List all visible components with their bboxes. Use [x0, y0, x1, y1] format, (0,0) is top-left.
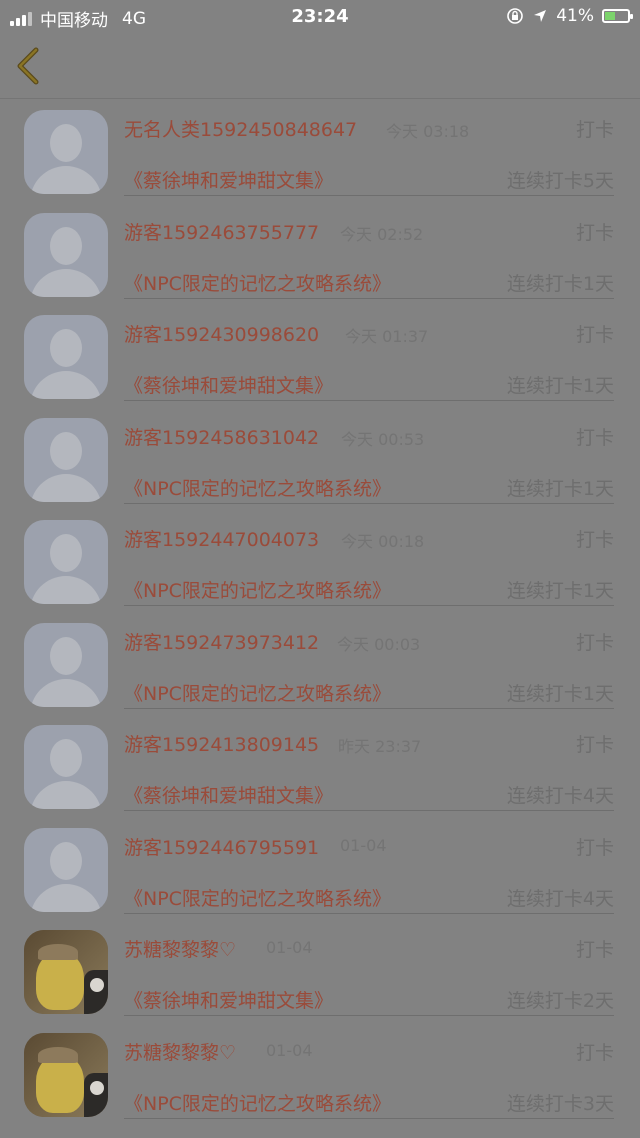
user-name[interactable]: 苏糖黎黎黎♡	[124, 1038, 236, 1065]
checkin-label: 打卡	[575, 119, 614, 141]
back-button[interactable]	[12, 44, 48, 88]
checkin-time: 今天 01:37	[345, 327, 429, 346]
user-name[interactable]: 游客1592447004073	[124, 525, 319, 552]
list-item[interactable]: 苏糖黎黎黎♡ 01-04 打卡《蔡徐坤和爱坤甜文集》 连续打卡2天	[0, 919, 640, 1022]
checkin-label: 打卡	[575, 836, 614, 859]
streak-label: 连续打卡1天	[506, 682, 614, 705]
status-right: 41%	[506, 6, 633, 26]
streak-label: 连续打卡3天	[506, 1092, 614, 1115]
list-item[interactable]: 游客1592446795591 01-04 打卡《NPC限定的记忆之攻略系统》 连续打…	[0, 817, 640, 920]
nav-bar	[0, 34, 640, 99]
divider	[124, 912, 614, 914]
user-name[interactable]: 游客1592446795591	[124, 833, 319, 860]
book-title-link[interactable]: 《蔡徐坤和爱坤甜文集》	[124, 781, 333, 808]
streak-label: 连续打卡4天	[506, 887, 614, 910]
battery-percent: 41%	[556, 6, 594, 26]
checkin-time: 今天 03:18	[386, 122, 470, 141]
checkin-list: 无名人类1592450848647 今天 03:18 打卡 《蔡徐坤和爱坤甜文集》 连续…	[0, 99, 640, 1124]
avatar[interactable]	[24, 212, 108, 297]
divider	[124, 195, 614, 196]
divider	[124, 1015, 614, 1016]
book-title-link[interactable]: 《NPC限定的记忆之攻略系统》	[124, 576, 391, 603]
list-item[interactable]: 游客1592413809145 昨天 23:37 打卡《蔡徐坤和爱坤甜文集》 连续打卡…	[0, 714, 640, 817]
user-name[interactable]: 游客1592430998620	[124, 320, 319, 347]
user-name[interactable]: 苏糖黎黎黎♡	[124, 935, 236, 962]
book-title-link[interactable]: 《蔡徐坤和爱坤甜文集》	[124, 166, 333, 193]
orientation-lock-icon	[507, 8, 524, 24]
book-title-link[interactable]: 《NPC限定的记忆之攻略系统》	[124, 1089, 391, 1116]
user-name[interactable]: 游客1592463755777	[124, 218, 319, 245]
checkin-label: 打卡	[575, 324, 614, 346]
book-title-link[interactable]: 《蔡徐坤和爱坤甜文集》	[124, 371, 333, 398]
book-title-link[interactable]: 《蔡徐坤和爱坤甜文集》	[124, 986, 333, 1013]
checkin-label: 打卡	[575, 734, 614, 756]
avatar[interactable]	[24, 315, 108, 399]
checkin-time: 今天 00:03	[337, 634, 421, 654]
avatar[interactable]	[24, 725, 108, 809]
avatar[interactable]	[24, 417, 108, 502]
user-name[interactable]: 游客1592413809145	[124, 730, 319, 757]
book-title-link[interactable]: 《NPC限定的记忆之攻略系统》	[124, 474, 391, 501]
avatar[interactable]	[24, 110, 108, 194]
checkin-time: 昨天 23:37	[338, 737, 422, 756]
book-title-link[interactable]: 《NPC限定的记忆之攻略系统》	[124, 269, 391, 296]
checkin-time: 01-04	[266, 1040, 313, 1060]
checkin-time: 今天 00:53	[341, 429, 425, 449]
avatar[interactable]	[24, 622, 108, 707]
list-item[interactable]: 苏糖黎黎黎♡ 01-04 打卡《NPC限定的记忆之攻略系统》 连续打卡3天	[0, 1022, 640, 1125]
list-item[interactable]: 游客1592473973412 今天 00:03 打卡《NPC限定的记忆之攻略系统》…	[0, 612, 640, 715]
streak-label: 连续打卡1天	[506, 272, 614, 295]
location-icon	[534, 10, 547, 22]
divider	[124, 707, 614, 709]
divider	[124, 605, 614, 606]
list-item[interactable]: 游客1592447004073 今天 00:18 打卡《NPC限定的记忆之攻略系统》…	[0, 509, 640, 612]
checkin-label: 打卡	[575, 529, 614, 551]
list-item[interactable]: 游客1592458631042 今天 00:53 打卡《NPC限定的记忆之攻略系统》…	[0, 407, 640, 510]
checkin-label: 打卡	[575, 426, 614, 449]
divider	[124, 502, 614, 504]
checkin-label: 打卡	[575, 1041, 614, 1064]
streak-label: 连续打卡2天	[506, 990, 614, 1012]
book-title-link[interactable]: 《NPC限定的记忆之攻略系统》	[124, 679, 391, 706]
chevron-left-icon	[17, 47, 39, 85]
streak-label: 连续打卡5天	[506, 170, 614, 192]
checkin-time: 01-04	[266, 938, 313, 957]
user-name[interactable]: 无名人类1592450848647	[124, 115, 357, 142]
checkin-time: 今天 02:52	[340, 224, 424, 244]
divider	[124, 400, 614, 401]
checkin-time: 01-04	[340, 835, 387, 855]
user-name[interactable]: 游客1592473973412	[124, 628, 319, 655]
divider	[124, 810, 614, 811]
avatar[interactable]	[24, 827, 108, 912]
checkin-time: 今天 00:18	[341, 532, 425, 551]
divider	[124, 297, 614, 299]
streak-label: 连续打卡1天	[506, 580, 614, 602]
list-item[interactable]: 游客1592430998620 今天 01:37 打卡《蔡徐坤和爱坤甜文集》 连续打卡…	[0, 304, 640, 407]
user-name[interactable]: 游客1592458631042	[124, 423, 319, 450]
checkin-label: 打卡	[575, 631, 614, 654]
list-item[interactable]: 游客1592463755777 今天 02:52 打卡《NPC限定的记忆之攻略系统》…	[0, 202, 640, 305]
status-bar: 中国移动 4G 23:24 41%	[0, 0, 640, 34]
streak-label: 连续打卡1天	[506, 375, 614, 397]
book-title-link[interactable]: 《NPC限定的记忆之攻略系统》	[124, 884, 391, 911]
checkin-label: 打卡	[575, 221, 614, 244]
avatar[interactable]	[24, 930, 108, 1014]
list-item[interactable]: 无名人类1592450848647 今天 03:18 打卡《蔡徐坤和爱坤甜文集》 连续…	[0, 99, 640, 202]
streak-label: 连续打卡4天	[506, 785, 614, 807]
avatar[interactable]	[24, 1032, 108, 1117]
streak-label: 连续打卡1天	[506, 477, 614, 500]
battery-icon	[602, 9, 633, 23]
divider	[124, 1117, 614, 1119]
avatar[interactable]	[24, 520, 108, 604]
checkin-label: 打卡	[575, 939, 614, 961]
